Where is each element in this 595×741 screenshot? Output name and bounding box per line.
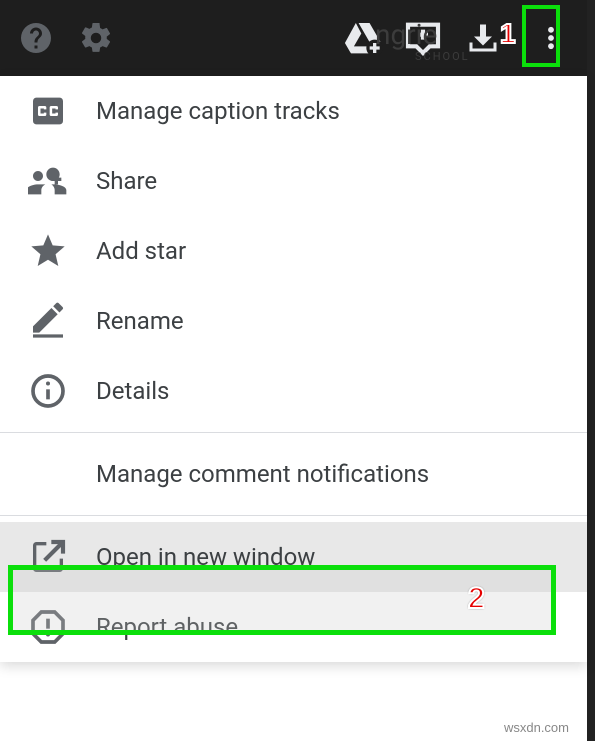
menu-label: Share xyxy=(96,167,157,195)
menu-label: Add star xyxy=(96,237,186,265)
menu-divider xyxy=(0,432,587,433)
menu-label: Manage comment notifications xyxy=(96,460,429,488)
help-icon[interactable] xyxy=(12,14,60,62)
menu-item-add-star[interactable]: Add star xyxy=(0,216,587,286)
menu-item-share[interactable]: Share xyxy=(0,146,587,216)
menu-item-notifications[interactable]: Manage comment notifications xyxy=(0,439,587,509)
toolbar: ngrie SCHOOL xyxy=(0,0,587,76)
menu-label: Rename xyxy=(96,307,184,335)
annotation-number-2: 2 xyxy=(468,582,485,616)
menu-item-details[interactable]: Details xyxy=(0,356,587,426)
share-icon xyxy=(24,161,72,201)
pencil-icon xyxy=(24,301,72,341)
comment-add-icon[interactable] xyxy=(399,14,447,62)
annotation-box-1 xyxy=(522,5,560,67)
menu-item-rename[interactable]: Rename xyxy=(0,286,587,356)
menu-divider xyxy=(0,515,587,516)
annotation-number-1: 1 xyxy=(500,18,516,50)
info-icon xyxy=(24,371,72,411)
menu-label: Details xyxy=(96,377,169,405)
star-icon xyxy=(24,231,72,271)
menu-label: Manage caption tracks xyxy=(96,97,340,125)
gear-icon[interactable] xyxy=(72,14,120,62)
menu-item-caption-tracks[interactable]: Manage caption tracks xyxy=(0,76,587,146)
drive-add-icon[interactable] xyxy=(339,14,387,62)
watermark: wsxdn.com xyxy=(504,720,569,735)
cc-icon xyxy=(24,91,72,131)
